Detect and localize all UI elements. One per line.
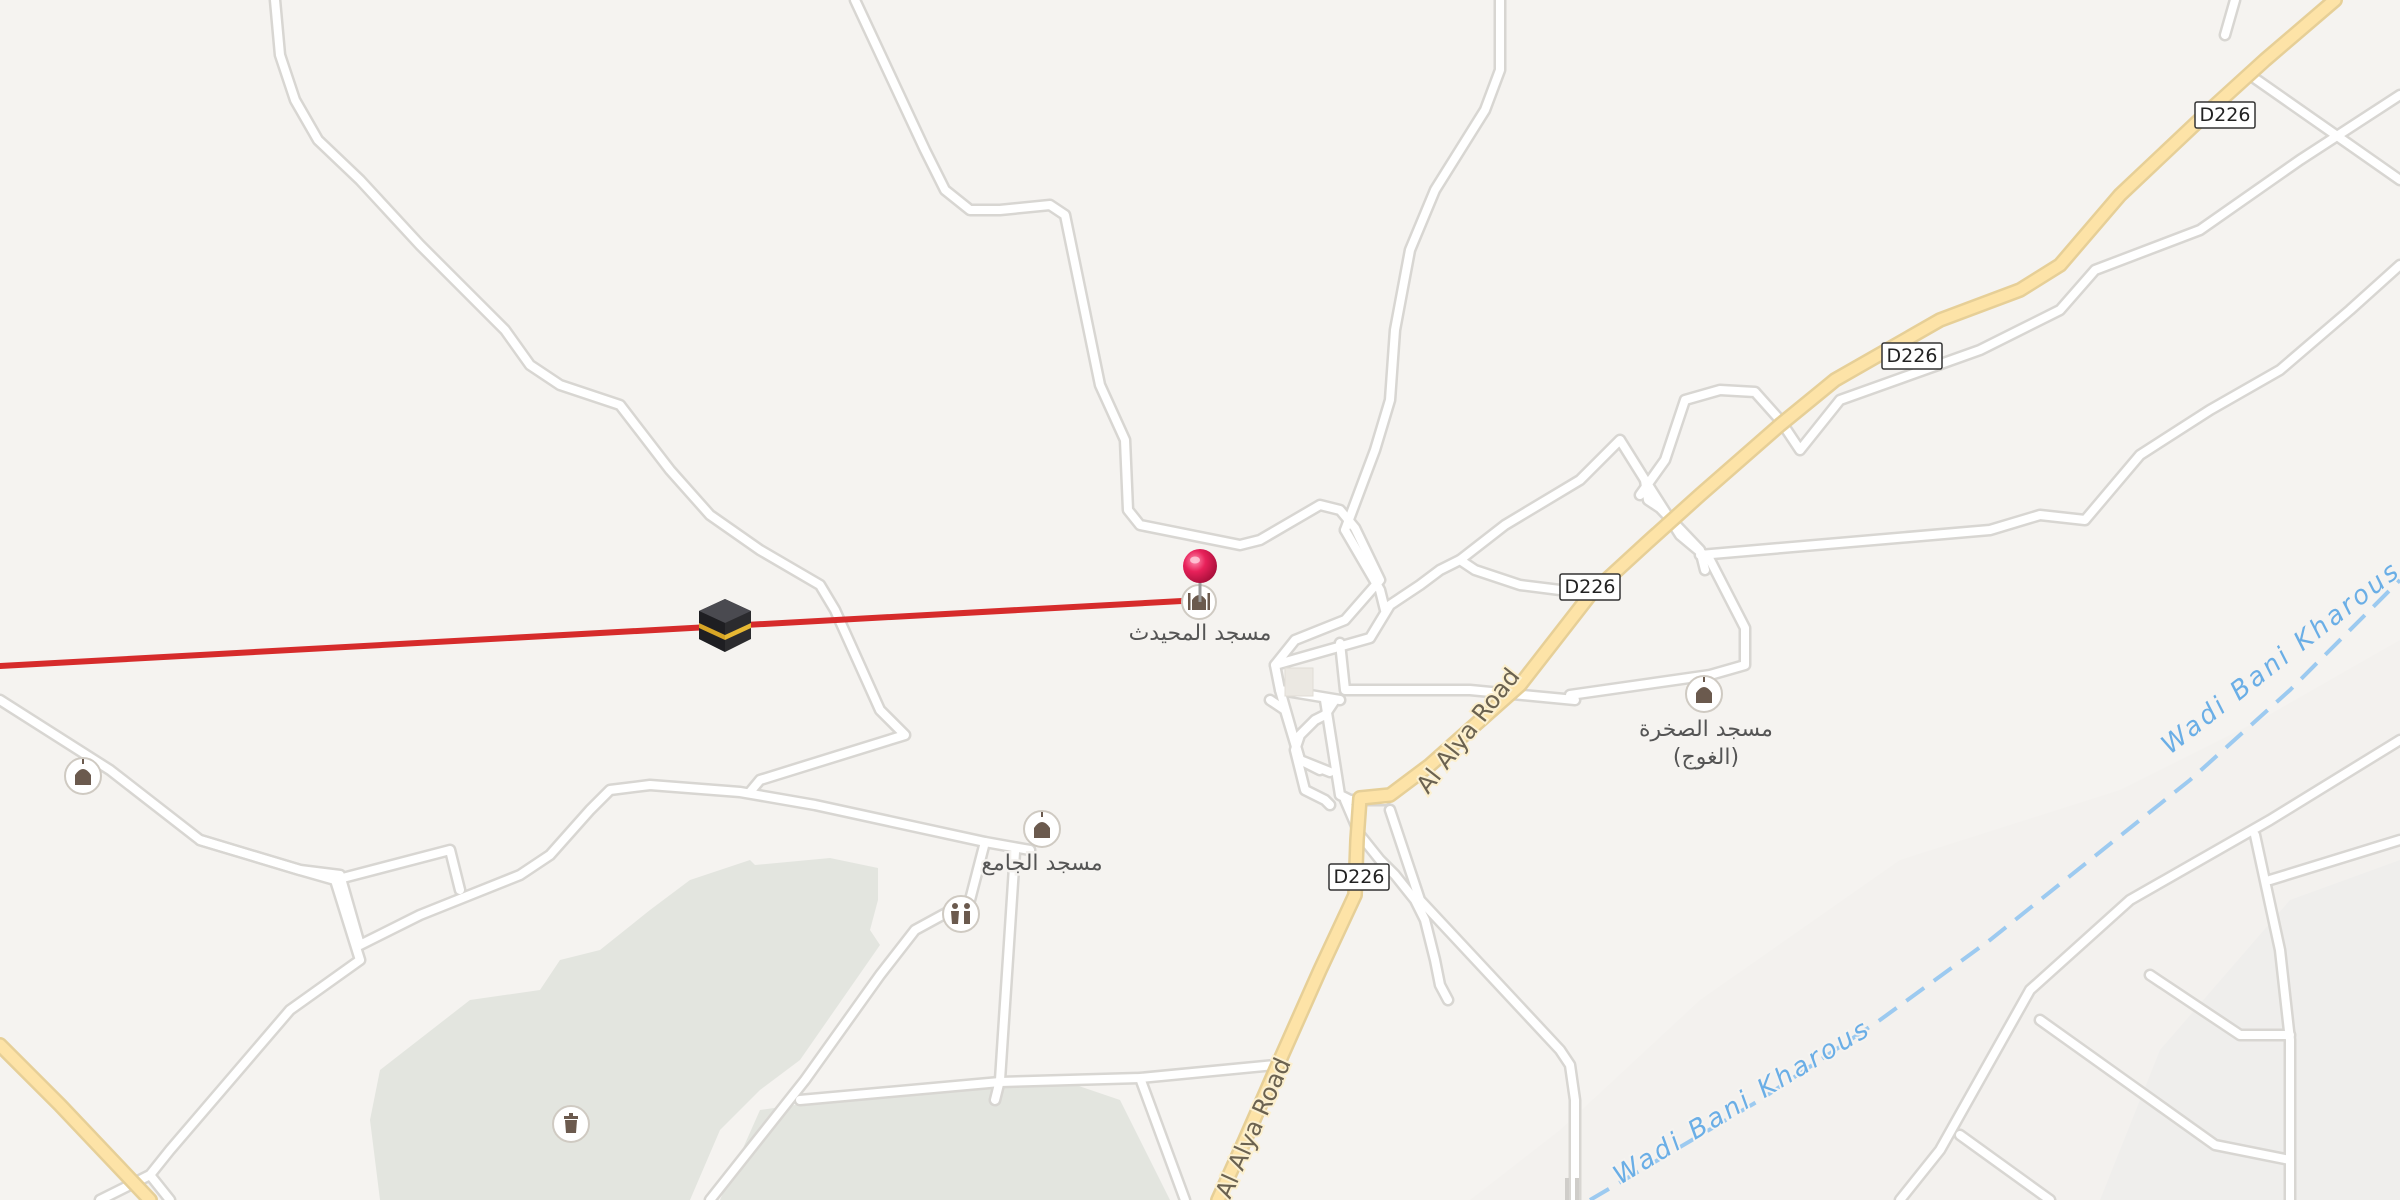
mosque-poi-left[interactable] <box>64 757 102 795</box>
road-shield-label: D226 <box>1565 576 1616 598</box>
poi-label-mosque-sakhra: مسجد الصخرة <box>1639 717 1773 742</box>
poi-label-mosque-jami: مسجد الجامع <box>981 851 1102 876</box>
road-shield[interactable]: D226 <box>1559 573 1621 601</box>
map-canvas[interactable]: Al Alya Road Al Alya Road Wadi Bani Khar… <box>0 0 2400 1200</box>
toilets-poi[interactable] <box>942 895 980 933</box>
road-shield[interactable]: D226 <box>2194 101 2256 129</box>
road-shield-label: D226 <box>2200 104 2251 126</box>
road-shield-label: D226 <box>1334 866 1385 888</box>
waste-basket-poi[interactable] <box>552 1105 590 1143</box>
waste-basket-icon <box>564 1113 578 1133</box>
mosque-poi-sakhra[interactable] <box>1685 675 1723 713</box>
poi-label-mosque-main: مسجد المحيدث <box>1129 621 1272 646</box>
road-shield[interactable]: D226 <box>1328 863 1390 891</box>
mosque-poi-jami[interactable] <box>1023 810 1061 848</box>
road-shield-label: D226 <box>1887 345 1938 367</box>
building <box>1284 667 1314 697</box>
road-shield[interactable]: D226 <box>1881 342 1943 370</box>
poi-label-mosque-sakhra-sub: (الغوج) <box>1673 745 1739 770</box>
